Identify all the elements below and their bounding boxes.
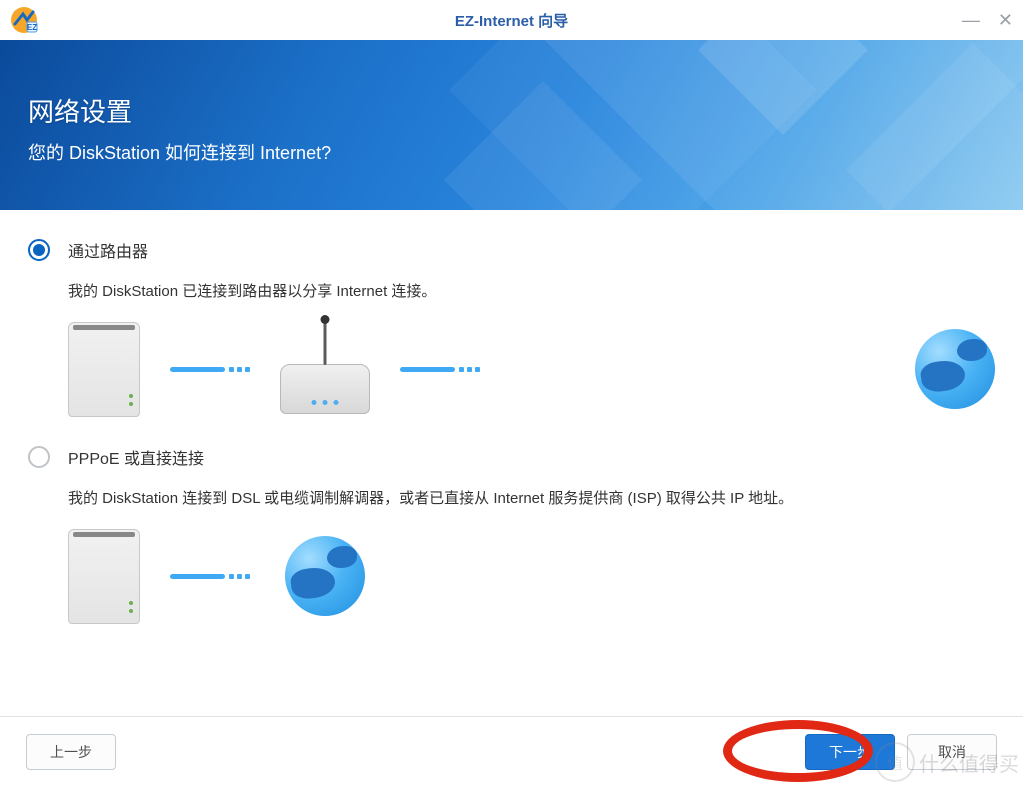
app-icon: EZ (10, 6, 38, 34)
svg-text:EZ: EZ (27, 23, 37, 32)
option-pppoe-title: PPPoE 或直接连接 (68, 445, 204, 469)
page-subtitle: 您的 DiskStation 如何连接到 Internet? (28, 139, 995, 165)
diagram-router (68, 319, 995, 419)
radio-pppoe[interactable] (28, 446, 50, 468)
nas-icon (68, 529, 140, 624)
option-router-desc: 我的 DiskStation 已连接到路由器以分享 Internet 连接。 (68, 280, 995, 301)
option-pppoe: PPPoE 或直接连接 我的 DiskStation 连接到 DSL 或电缆调制… (28, 445, 995, 626)
nas-icon (68, 322, 140, 417)
globe-icon (915, 329, 995, 409)
option-router: 通过路由器 我的 DiskStation 已连接到路由器以分享 Internet… (28, 238, 995, 419)
minimize-button[interactable]: — (962, 10, 980, 31)
window-title: EZ-Internet 向导 (455, 10, 568, 31)
banner: 网络设置 您的 DiskStation 如何连接到 Internet? (0, 40, 1023, 210)
window-controls: — ✕ (962, 10, 1013, 31)
close-button[interactable]: ✕ (998, 10, 1013, 31)
radio-router[interactable] (28, 239, 50, 261)
titlebar: EZ EZ-Internet 向导 — ✕ (0, 0, 1023, 40)
next-button[interactable]: 下一步 (805, 734, 895, 770)
option-router-head[interactable]: 通过路由器 (28, 238, 995, 262)
content-area: 通过路由器 我的 DiskStation 已连接到路由器以分享 Internet… (0, 210, 1023, 626)
cancel-button[interactable]: 取消 (907, 734, 997, 770)
connector-icon (170, 367, 250, 372)
connector-icon (400, 367, 480, 372)
option-router-title: 通过路由器 (68, 238, 148, 262)
globe-icon (285, 536, 365, 616)
page-title: 网络设置 (28, 92, 995, 129)
option-pppoe-desc: 我的 DiskStation 连接到 DSL 或电缆调制解调器，或者已直接从 I… (68, 487, 995, 508)
connector-icon (170, 574, 250, 579)
back-button[interactable]: 上一步 (26, 734, 116, 770)
option-pppoe-head[interactable]: PPPoE 或直接连接 (28, 445, 995, 469)
diagram-pppoe (68, 526, 995, 626)
router-icon (280, 364, 370, 414)
footer-bar: 上一步 下一步 取消 (0, 716, 1023, 786)
